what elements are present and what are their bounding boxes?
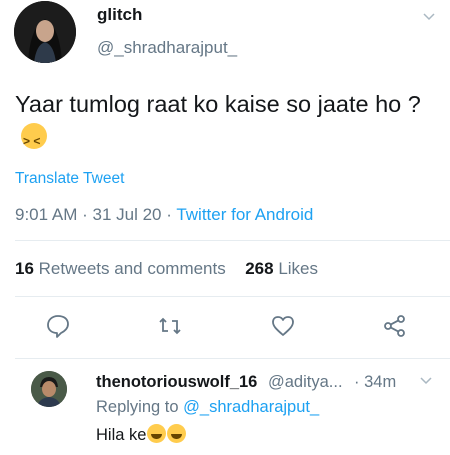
tweet-meta: 9:01 AM · 31 Jul 20 · Twitter for Androi…: [15, 205, 313, 225]
replying-to-handle[interactable]: @_shradharajput_: [183, 398, 319, 416]
reply-time-value: 34m: [364, 373, 397, 391]
tweet-stats: 16 Retweets and comments 268 Likes: [15, 259, 318, 279]
meta-separator: ·: [166, 205, 177, 224]
tweet-time: 9:01 AM: [15, 205, 78, 224]
heart-icon[interactable]: [270, 313, 296, 339]
chevron-down-icon[interactable]: [423, 8, 435, 24]
author-handle[interactable]: @_shradharajput_: [97, 38, 237, 58]
meta-separator: ·: [82, 205, 93, 224]
reply-author-avatar[interactable]: [31, 371, 67, 407]
tweet-text-content: Yaar tumlog raat ko kaise so jaate ho ?: [15, 91, 421, 117]
reply-author-handle[interactable]: @aditya...: [268, 373, 343, 392]
tweet-text: Yaar tumlog raat ko kaise so jaate ho ?: [15, 88, 445, 158]
replying-prefix: Replying to: [96, 398, 179, 416]
author-name[interactable]: glitch: [97, 5, 142, 25]
reply-author-name[interactable]: thenotoriouswolf_16: [96, 373, 257, 392]
tired-face-emoji: [21, 123, 47, 158]
chevron-down-icon[interactable]: [420, 372, 432, 388]
author-avatar[interactable]: [14, 1, 76, 63]
divider: [15, 358, 450, 359]
tweet-source-link[interactable]: Twitter for Android: [176, 205, 313, 224]
reply-icon[interactable]: [45, 313, 71, 339]
reply-text-content: Hila ke: [96, 426, 147, 444]
retweets-label[interactable]: Retweets and comments: [39, 259, 226, 278]
reply-time: · 34m: [354, 373, 396, 392]
translate-tweet-link[interactable]: Translate Tweet: [15, 170, 124, 188]
grinning-face-emoji: [147, 424, 167, 443]
grinning-face-emoji: [167, 424, 187, 443]
likes-count[interactable]: 268: [245, 259, 273, 278]
meta-separator: ·: [354, 373, 365, 391]
share-icon[interactable]: [382, 313, 408, 339]
likes-label[interactable]: Likes: [278, 259, 318, 278]
tweet-date: 31 Jul 20: [92, 205, 162, 224]
reply-text: Hila ke: [96, 424, 187, 445]
divider: [15, 296, 450, 297]
retweet-icon[interactable]: [157, 313, 183, 339]
replying-to-line: Replying to @_shradharajput_: [96, 398, 319, 417]
divider: [15, 240, 450, 241]
retweets-count[interactable]: 16: [15, 259, 34, 278]
